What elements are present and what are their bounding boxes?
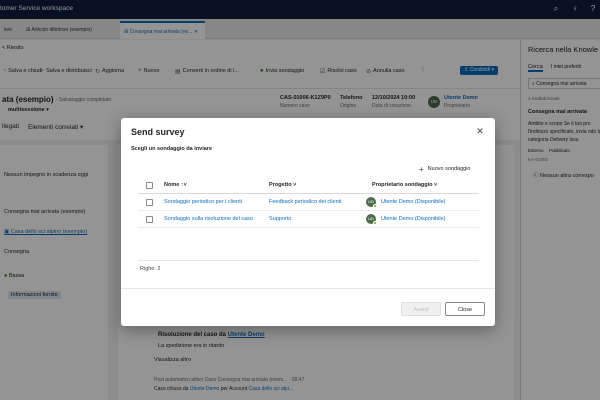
avatar: UD (366, 197, 377, 208)
survey-name-link[interactable]: Sondaggio periodico per i clienti (164, 199, 242, 205)
footer-divider (121, 288, 495, 289)
row-checkbox[interactable] (146, 199, 153, 206)
close-icon[interactable]: ✕ (475, 126, 485, 136)
select-all-checkbox[interactable] (146, 182, 153, 189)
survey-grid: Nome ↑˅ Progetto ˅ Proprietario sondaggi… (138, 177, 479, 261)
chevron-down-icon: ˅ (183, 182, 187, 188)
next-button[interactable]: Avanti (401, 302, 441, 316)
chevron-down-icon: ˅ (434, 182, 438, 188)
avatar: UD (366, 214, 377, 225)
close-button[interactable]: Close (445, 302, 485, 316)
dialog-subtitle: Scegli un sondaggio da inviare (131, 146, 212, 152)
new-survey-button[interactable]: + Nuovo sondaggio (419, 164, 470, 174)
dialog-title: Send survey (131, 127, 185, 137)
survey-name-link[interactable]: Sondaggio sulla risoluzione del caso (164, 216, 253, 222)
send-survey-dialog: Send survey ✕ Scegli un sondaggio da inv… (121, 118, 495, 326)
owner-link[interactable]: Utente Demo (Disponibile) (381, 199, 446, 205)
column-project[interactable]: Progetto ˅ (269, 182, 296, 188)
plus-icon: + (419, 164, 424, 174)
column-name[interactable]: Nome ↑˅ (164, 182, 187, 188)
project-link[interactable]: Supporto (269, 216, 291, 222)
available-status-icon (373, 221, 377, 225)
table-row[interactable]: Sondaggio sulla risoluzione del caso Sup… (138, 211, 479, 228)
grid-header: Nome ↑˅ Progetto ˅ Proprietario sondaggi… (138, 177, 479, 194)
chevron-down-icon: ˅ (293, 182, 297, 188)
available-status-icon (373, 204, 377, 208)
column-owner[interactable]: Proprietario sondaggio ˅ (372, 182, 437, 188)
owner-link[interactable]: Utente Demo (Disponibile) (381, 216, 446, 222)
row-checkbox[interactable] (146, 216, 153, 223)
row-count: Righe: 2 (140, 266, 161, 272)
project-link[interactable]: Feedback periodico dei clienti (269, 199, 341, 205)
table-row[interactable]: Sondaggio periodico per i clienti Feedba… (138, 194, 479, 211)
